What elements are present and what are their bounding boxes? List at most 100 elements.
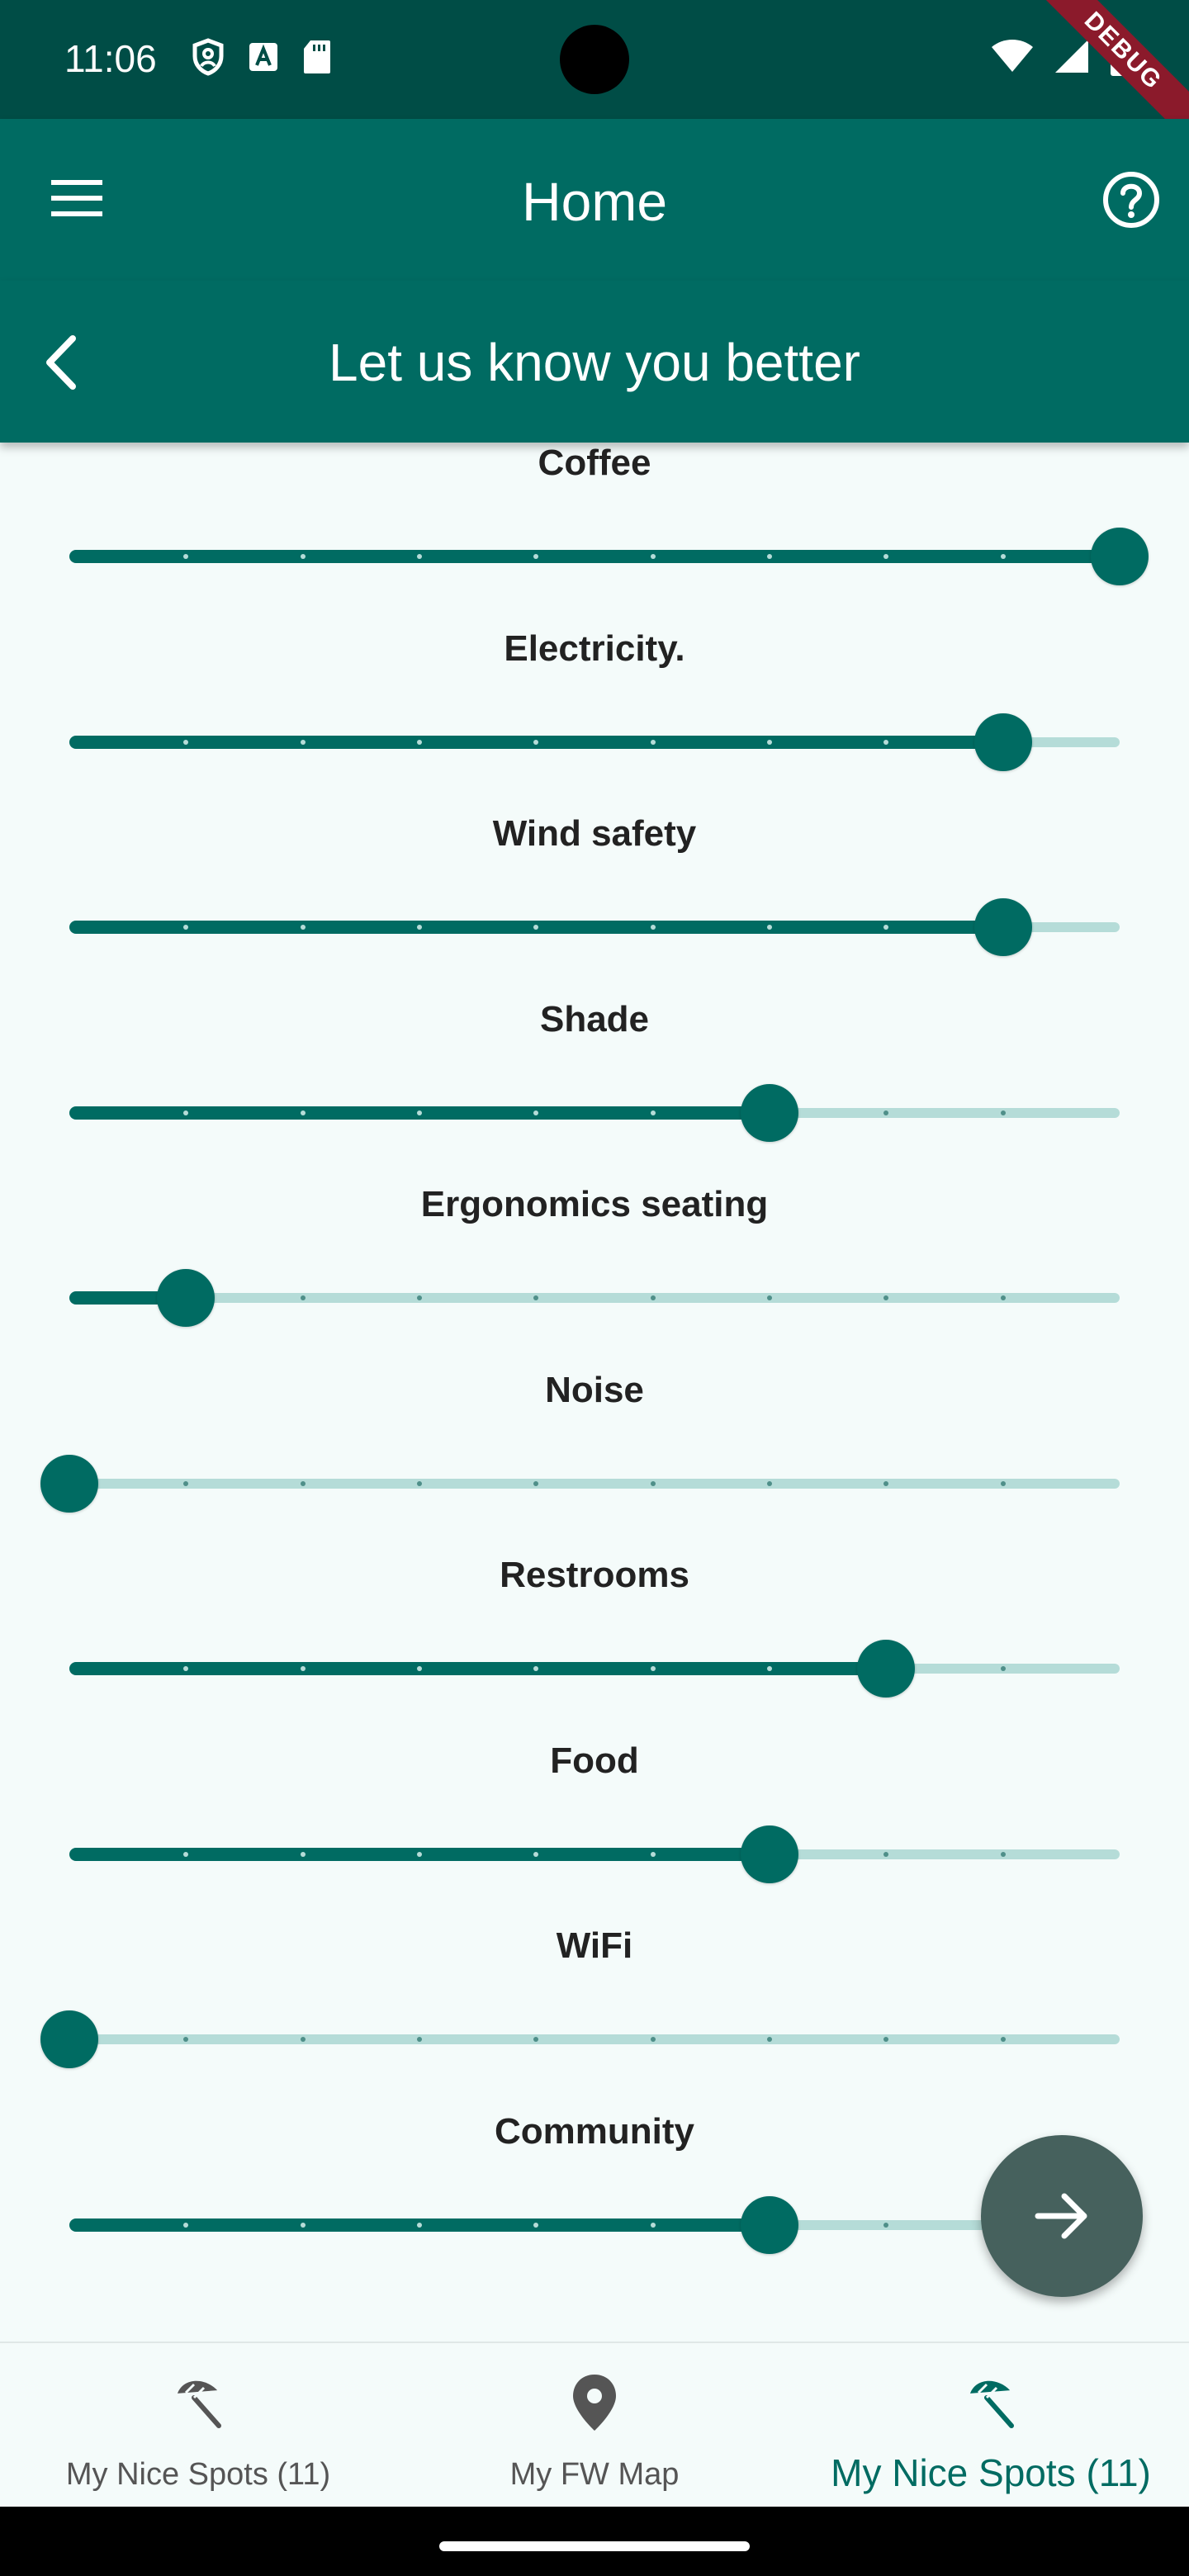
slider[interactable] — [69, 898, 1120, 956]
slider-track[interactable] — [69, 1478, 1120, 1489]
status-bar: 11:06 DEBUG — [0, 0, 1189, 152]
camera-cutout — [560, 25, 629, 94]
slider-label: Restrooms — [500, 1555, 689, 1595]
slider-tick — [1000, 1666, 1006, 1671]
slider-tick — [1000, 1480, 1006, 1486]
slider-thumb[interactable] — [157, 1269, 216, 1327]
status-icons-left — [192, 38, 332, 76]
slider-tick — [650, 1295, 656, 1300]
slider-tick — [417, 739, 422, 745]
bottom-navigation: My Nice Spots (11) My FW Map My Nice Spo… — [0, 2342, 1189, 2507]
slider-tick — [1000, 2037, 1006, 2042]
slider[interactable] — [69, 713, 1120, 771]
slider-tick — [650, 1110, 656, 1115]
slider-tick — [533, 1851, 539, 1857]
slider-label: Ergonomics seating — [420, 1184, 769, 1224]
slider-tick — [650, 739, 656, 745]
slider-tick — [883, 739, 889, 745]
slider-thumb[interactable] — [973, 713, 1032, 771]
slider-thumb[interactable] — [741, 2195, 798, 2254]
slider[interactable] — [69, 1640, 1120, 1698]
slider-row: Noise — [0, 1370, 1189, 1555]
slider[interactable] — [69, 1825, 1120, 1883]
slider-row: Ergonomics seating — [0, 1184, 1189, 1369]
slider-tick — [300, 554, 306, 559]
slider-row: Restrooms — [0, 1555, 1189, 1740]
slider-row: Food — [0, 1740, 1189, 1925]
slider-tick — [417, 2037, 422, 2042]
slider-track[interactable] — [69, 2034, 1120, 2044]
home-gesture-pill[interactable] — [439, 2541, 750, 2551]
slider-tick — [417, 554, 422, 559]
slider-thumb[interactable] — [857, 1640, 916, 1698]
slider-tick — [1000, 1110, 1006, 1115]
nav-label: My FW Map — [509, 2457, 680, 2492]
slider-row: Wind safety — [0, 813, 1189, 998]
slider-tick — [183, 1110, 189, 1115]
slider-tick — [300, 1480, 306, 1486]
slider-tick — [767, 1666, 772, 1671]
slider-tick — [650, 2222, 656, 2228]
slider-label: Food — [550, 1740, 639, 1781]
slider-tick — [417, 1480, 422, 1486]
slider-tick — [650, 554, 656, 559]
nav-item-my-nice-spots[interactable]: My Nice Spots (11) — [0, 2343, 396, 2508]
slider-tick — [417, 2222, 422, 2228]
nav-label: My Nice Spots (11) — [831, 2451, 1151, 2494]
slider-label: WiFi — [556, 1925, 633, 1966]
slider-tick — [417, 1295, 422, 1300]
slider-row: Coffee — [0, 443, 1189, 627]
slider[interactable] — [40, 2010, 1120, 2068]
slider[interactable] — [69, 1083, 1120, 1142]
slider-tick — [300, 1666, 306, 1671]
beach-umbrella-icon — [969, 2380, 1014, 2428]
system-navigation-bar — [0, 2507, 1189, 2576]
slider-tick — [183, 1480, 189, 1486]
slider[interactable] — [69, 2195, 1120, 2254]
slider-active-track — [69, 1662, 887, 1675]
slider-thumb[interactable] — [741, 1083, 798, 1142]
slider[interactable] — [69, 1269, 1120, 1327]
slider-tick — [300, 1110, 306, 1115]
slider-tick — [300, 2037, 306, 2042]
text-a-icon — [249, 43, 277, 71]
slider-label: Wind safety — [492, 813, 697, 854]
next-button[interactable] — [981, 2135, 1143, 2297]
slider-tick — [767, 1295, 772, 1300]
slider-tick — [300, 925, 306, 930]
questionnaire-header: Let us know you better — [0, 281, 1189, 443]
slider-tick — [183, 2222, 189, 2228]
slider-thumb[interactable] — [1091, 528, 1149, 585]
slider-tick — [883, 2222, 889, 2228]
slider[interactable] — [40, 1454, 1120, 1513]
sd-card-icon — [304, 40, 330, 73]
slider-thumb[interactable] — [40, 2010, 98, 2068]
slider-tick — [1000, 1851, 1006, 1857]
slider-tick — [533, 1480, 539, 1486]
nav-item-my-nice-spots-active[interactable]: My Nice Spots (11) — [793, 2343, 1189, 2508]
nav-item-my-fw-map[interactable]: My FW Map — [396, 2343, 793, 2508]
slider[interactable] — [69, 528, 1149, 585]
slider-tick — [650, 1851, 656, 1857]
cellular-signal-icon — [1055, 40, 1088, 73]
slider-active-track — [69, 550, 1120, 563]
help-icon[interactable] — [1101, 170, 1161, 230]
slider-tick — [767, 925, 772, 930]
slider-tick — [883, 1480, 889, 1486]
slider-tick — [300, 739, 306, 745]
slider-thumb[interactable] — [40, 1454, 98, 1513]
slider-tick — [767, 1480, 772, 1486]
slider-tick — [300, 1851, 306, 1857]
preference-sliders: Coffee Electricity. Wind safety Shade Ergono… — [0, 443, 1189, 2342]
slider-tick — [650, 1666, 656, 1671]
slider-label: Coffee — [538, 443, 651, 483]
slider-row: Shade — [0, 999, 1189, 1184]
wifi-icon — [992, 40, 1033, 72]
slider-tick — [417, 1666, 422, 1671]
slider-track[interactable] — [69, 1293, 1120, 1303]
slider-thumb[interactable] — [973, 898, 1032, 956]
slider-thumb[interactable] — [741, 1825, 798, 1883]
slider-label: Electricity. — [504, 627, 685, 669]
slider-tick — [650, 925, 656, 930]
slider-tick — [650, 2037, 656, 2042]
